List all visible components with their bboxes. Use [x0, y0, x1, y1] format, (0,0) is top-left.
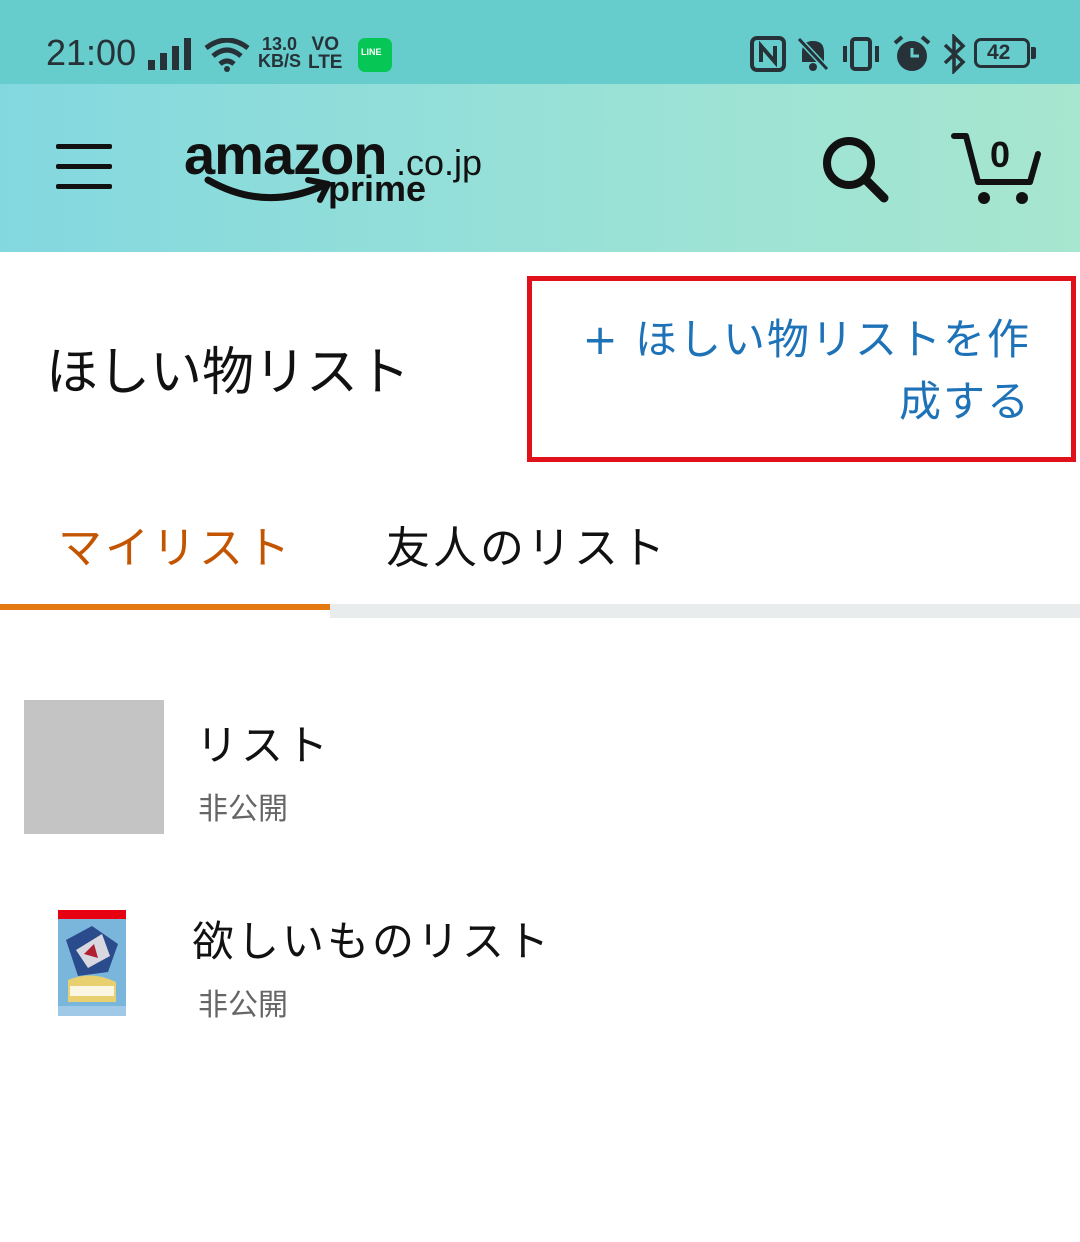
status-bar: 21:00 13.0 KB/S VO LTE LINE 42: [0, 0, 1080, 84]
amazon-prime-logo[interactable]: amazon .co.jp prime: [184, 122, 484, 212]
network-speed: 13.0 KB/S: [258, 35, 302, 71]
battery-tip: [1031, 47, 1036, 59]
list-item[interactable]: 欲しいものリスト 非公開: [0, 900, 1080, 1060]
list-thumbnail-placeholder: [24, 700, 164, 834]
status-time: 21:00: [46, 32, 137, 73]
vibrate-icon: [843, 37, 879, 71]
volte-indicator: VO LTE: [308, 35, 343, 73]
line-app-label: LINE: [361, 47, 382, 57]
list-visibility: 非公開: [198, 988, 288, 1023]
page-title: ほしい物リスト: [46, 343, 411, 403]
alarm-icon: [893, 35, 931, 71]
hamburger-menu-icon[interactable]: [56, 144, 112, 190]
wifi-icon: [204, 38, 250, 72]
list-item[interactable]: リスト 非公開: [0, 686, 1080, 846]
bluetooth-icon: [943, 34, 966, 74]
tab-friends-list[interactable]: 友人のリスト: [386, 512, 668, 576]
bell-muted-icon: [796, 36, 830, 72]
cart-count-badge: 0: [990, 134, 1011, 175]
active-tab-indicator: [0, 604, 330, 610]
tab-divider: [330, 604, 1080, 618]
create-list-button[interactable]: + ほしい物リストを作成する: [527, 276, 1076, 462]
line-app-icon: LINE: [358, 38, 392, 72]
network-speed-unit: KB/S: [258, 51, 302, 71]
battery-level: 42: [987, 41, 1011, 64]
list-title: 欲しいものリスト: [192, 917, 553, 966]
logo-prime-text: prime: [328, 168, 427, 209]
search-icon[interactable]: [820, 134, 890, 204]
create-list-label: + ほしい物リストを作成する: [582, 315, 1031, 426]
list-title: リスト: [196, 721, 332, 770]
app-header: amazon .co.jp prime 0: [0, 84, 1080, 252]
nfc-icon: [750, 36, 786, 72]
list-visibility: 非公開: [198, 792, 288, 827]
volte-bottom: LTE: [308, 52, 343, 73]
battery-icon: 42: [974, 38, 1030, 68]
signal-icon: [148, 38, 191, 70]
tab-my-list[interactable]: マイリスト: [58, 512, 293, 576]
amazon-smile-icon: [204, 176, 331, 203]
list-tabs: マイリスト 友人のリスト: [0, 486, 1080, 618]
game-cover-thumbnail: [58, 910, 126, 1016]
